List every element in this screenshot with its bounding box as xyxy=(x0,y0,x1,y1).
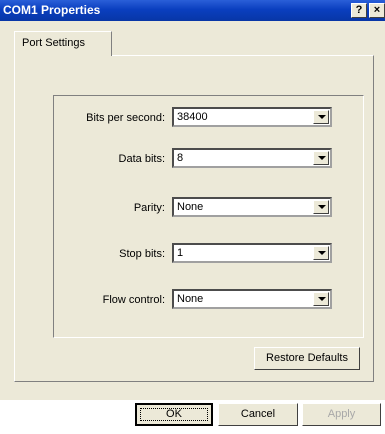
flow-control-select[interactable]: None xyxy=(172,289,332,309)
bits-per-second-select[interactable]: 38400 xyxy=(172,107,332,127)
flow-control-value: None xyxy=(177,293,204,305)
chevron-down-icon[interactable] xyxy=(313,110,329,124)
data-bits-label: Data bits: xyxy=(118,153,165,165)
chevron-down-icon[interactable] xyxy=(313,246,329,260)
window-title: COM1 Properties xyxy=(3,3,101,17)
close-button[interactable]: × xyxy=(369,3,385,18)
properties-dialog: COM1 Properties ? × Port Settings Bits p… xyxy=(0,0,385,426)
title-bar[interactable]: COM1 Properties ? × xyxy=(0,0,385,21)
data-bits-value: 8 xyxy=(177,152,184,164)
help-button[interactable]: ? xyxy=(351,3,367,18)
stop-bits-select[interactable]: 1 xyxy=(172,243,332,263)
bits-per-second-value: 38400 xyxy=(177,111,208,123)
restore-defaults-button[interactable]: Restore Defaults xyxy=(254,347,360,370)
chevron-down-icon[interactable] xyxy=(313,292,329,306)
chevron-down-icon[interactable] xyxy=(313,151,329,165)
cancel-button[interactable]: Cancel xyxy=(218,403,298,426)
parity-select[interactable]: None xyxy=(172,197,332,217)
parity-value: None xyxy=(177,201,204,213)
data-bits-select[interactable]: 8 xyxy=(172,148,332,168)
flow-control-label: Flow control: xyxy=(102,294,165,306)
parity-label: Parity: xyxy=(133,202,165,214)
stop-bits-label: Stop bits: xyxy=(119,248,165,260)
tab-port-settings[interactable]: Port Settings xyxy=(14,31,112,56)
chevron-down-icon[interactable] xyxy=(313,200,329,214)
ok-button[interactable]: OK xyxy=(135,403,213,426)
focus-rectangle xyxy=(140,408,208,421)
stop-bits-value: 1 xyxy=(177,247,184,259)
bits-per-second-label: Bits per second: xyxy=(86,112,165,124)
apply-button[interactable]: Apply xyxy=(302,403,381,426)
